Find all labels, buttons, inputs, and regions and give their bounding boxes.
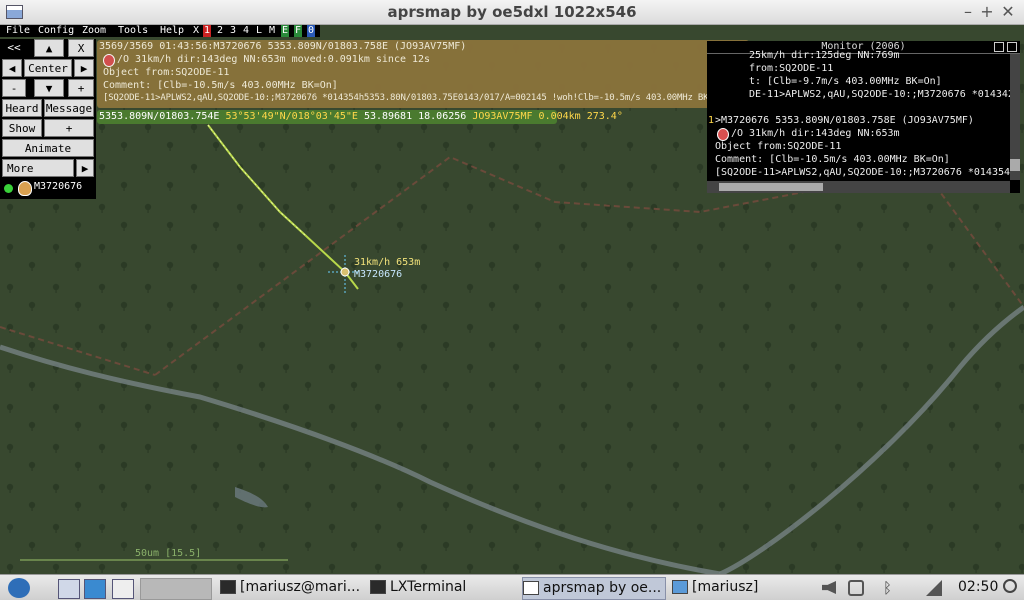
monitor-close-icon[interactable] — [1007, 42, 1017, 52]
more-infos-button[interactable]: More Infos — [2, 159, 74, 193]
menu-f[interactable]: F — [294, 25, 303, 37]
info-line-2: /O 31km/h dir:143deg NN:653m moved:0.091… — [117, 54, 431, 65]
menu-e[interactable]: E — [281, 25, 290, 37]
monitor-hscroll-thumb[interactable] — [719, 183, 823, 191]
terminal-icon — [370, 580, 386, 594]
object-info-box: 3569/3569 01:43:56:M3720676 5353.809N/01… — [97, 40, 749, 108]
menu-x[interactable]: X — [192, 25, 200, 37]
side-panel: << ▲ X ◀ Center ▶ - ▼ + Heard Message Sh… — [0, 39, 96, 199]
taskbar: [mariusz@mari... LXTerminal aprsmap by o… — [0, 574, 1024, 600]
monitor-line: [SQ2ODE-11>APLWS2,qAU,SQ2ODE-10:;M372067… — [715, 167, 1011, 178]
clock[interactable]: 02:50 — [958, 579, 998, 595]
minimize-button[interactable]: – — [958, 2, 978, 22]
coordinates-bar: 5353.809N/01803.754E 53°53'49"N/018°03'4… — [97, 110, 623, 124]
more-infos-arrow-icon[interactable]: ▶ — [76, 159, 94, 177]
menu-tools[interactable]: Tools — [118, 25, 148, 37]
monitor-line: >M3720676 5353.809N/01803.758E (JO93AV75… — [715, 115, 974, 126]
task-terminal-1[interactable]: [mariusz@mari... — [220, 577, 362, 598]
object-callsign-label[interactable]: M3720676 — [354, 269, 402, 280]
maximize-button[interactable]: + — [977, 2, 997, 22]
pan-left-button[interactable]: ◀ — [2, 59, 22, 77]
monitor-line: /O 31km/h dir:143deg NN:653m — [731, 128, 900, 139]
pan-right-button[interactable]: ▶ — [74, 59, 94, 77]
monitor-window[interactable]: Monitor (2006) 25km/h dir:125deg NN:769m… — [707, 41, 1020, 193]
task-folder[interactable]: [mariusz] — [672, 577, 814, 598]
monitor-maximize-icon[interactable] — [994, 42, 1004, 52]
balloon-icon — [717, 128, 729, 141]
menu-1[interactable]: 1 — [203, 25, 212, 37]
window-icon — [523, 581, 539, 595]
menu-0[interactable]: 0 — [307, 25, 316, 37]
animate-object-button[interactable]: Animate Object — [2, 139, 94, 173]
monitor-line: Comment: [Clb=-10.5m/s 403.00MHz BK=On] — [715, 154, 950, 165]
object-list-item[interactable]: M3720676 — [34, 181, 82, 192]
info-line-5: [SQ2ODE-11>APLWS2,qAU,SQ2ODE-10:;M372067… — [103, 93, 730, 103]
balloon-icon — [103, 54, 115, 67]
folder-icon — [672, 580, 688, 594]
monitor-line: 25km/h dir:125deg NN:769m — [749, 50, 900, 61]
panel-close-button[interactable]: X — [68, 39, 94, 57]
menu-zoom[interactable]: Zoom — [82, 25, 106, 37]
window-titlebar: aprsmap by oe5dxl 1022x546 – + ✕ — [0, 0, 1024, 25]
coord-pos: 5353.809N/01803.754E — [99, 111, 220, 122]
coord-dec: 53.89681 18.06256 — [363, 111, 467, 122]
coord-dms: 53°53'49"N/018°03'45"E — [225, 111, 358, 122]
monitor-vscroll-thumb[interactable] — [1010, 159, 1020, 171]
menu-help[interactable]: Help — [160, 25, 184, 37]
signal-icon[interactable] — [926, 580, 942, 596]
desktop-pager[interactable] — [140, 578, 212, 600]
menubar: File Config Zoom Tools Help X 1 2 3 4 L … — [0, 25, 320, 37]
battery-icon[interactable] — [848, 580, 864, 596]
close-button[interactable]: ✕ — [998, 2, 1018, 22]
bluetooth-icon[interactable]: ᛒ — [883, 579, 892, 597]
center-button[interactable]: Center — [24, 59, 72, 77]
coord-locator: JO93AV75MF 0.004km 273.4° — [472, 111, 623, 122]
monitor-line: Object from:SQ2ODE-11 — [715, 141, 842, 152]
balloon-icon — [18, 181, 32, 196]
task-aprsmap[interactable]: aprsmap by oe... — [522, 577, 666, 600]
info-line-1: 3569/3569 01:43:56:M3720676 5353.809N/01… — [99, 41, 467, 52]
menu-m[interactable]: M — [268, 25, 276, 37]
monitor-line: t: [Clb=-9.7m/s 403.00MHz BK=On] — [749, 76, 942, 87]
zoom-out-button[interactable]: - — [2, 79, 26, 97]
network-icon[interactable] — [84, 579, 106, 599]
monitor-line: from:SQ2ODE-11 — [749, 63, 834, 74]
message-button[interactable]: Message — [44, 99, 94, 117]
task-lxterminal[interactable]: LXTerminal — [370, 577, 512, 598]
back-button[interactable]: << — [2, 39, 26, 57]
monitor-line: DE-11>APLWS2,qAU,SQ2ODE-10:;M3720676 *01… — [749, 89, 1014, 100]
info-line-4: Comment: [Clb=-10.5m/s 403.00MHz BK=On] — [103, 80, 338, 91]
info-line-3: Object from:SQ2ODE-11 — [103, 67, 230, 78]
power-icon[interactable] — [1003, 579, 1017, 593]
menu-l[interactable]: L — [255, 25, 263, 37]
file-manager-icon[interactable] — [58, 579, 80, 599]
menu-4[interactable]: 4 — [242, 25, 250, 37]
status-dot-icon — [4, 184, 13, 193]
window-icon[interactable] — [112, 579, 134, 599]
object-speed-label: 31km/h 653m — [354, 257, 421, 268]
monitor-marker: 1 — [708, 115, 715, 126]
zoom-in-button[interactable]: + — [68, 79, 94, 97]
scale-label: 50um [15.5] — [135, 548, 202, 559]
terminal-icon — [220, 580, 236, 594]
start-menu-icon[interactable] — [8, 578, 30, 598]
menu-3[interactable]: 3 — [229, 25, 237, 37]
heard-button[interactable]: Heard — [2, 99, 42, 117]
show1-button[interactable]: Show 1 — [2, 119, 42, 153]
menu-2[interactable]: 2 — [216, 25, 224, 37]
menu-file[interactable]: File — [6, 25, 30, 37]
volume-icon[interactable] — [822, 581, 836, 594]
pan-up-button[interactable]: ▲ — [34, 39, 64, 57]
pan-down-button[interactable]: ▼ — [34, 79, 64, 97]
menu-config[interactable]: Config — [38, 25, 74, 37]
window-title: aprsmap by oe5dxl 1022x546 — [387, 3, 637, 21]
rfpath-button[interactable]: + Rfpath — [44, 119, 94, 153]
